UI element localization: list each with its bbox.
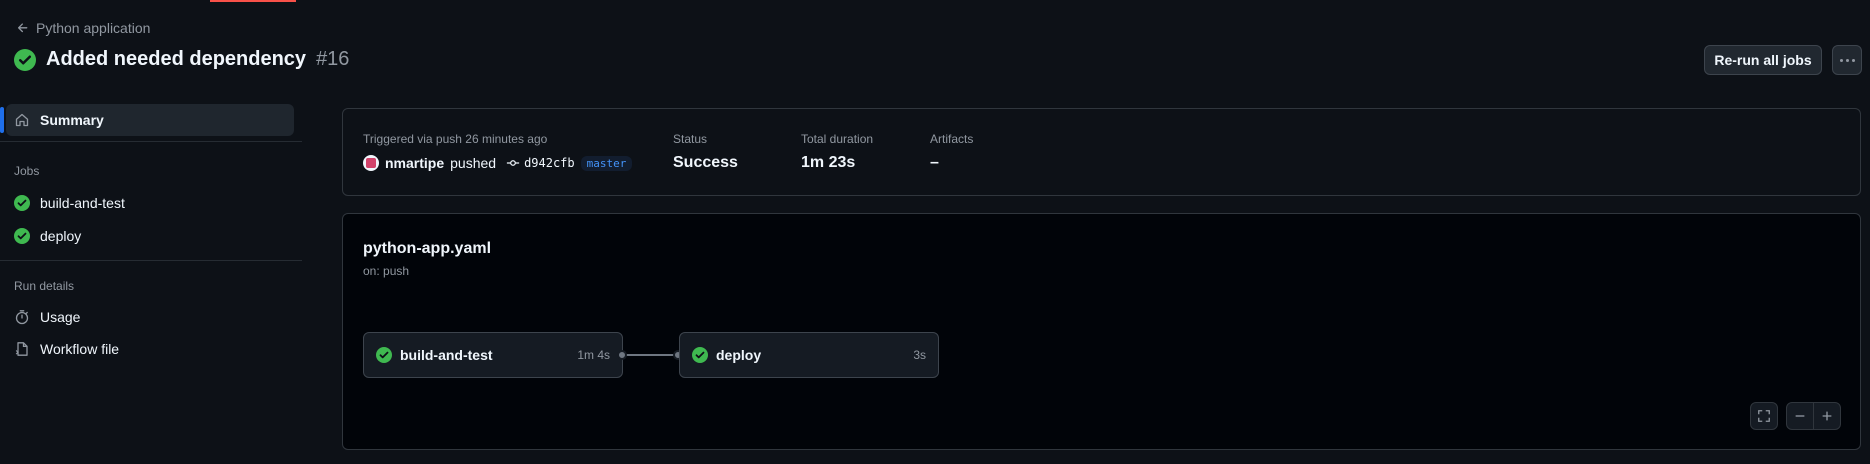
git-commit-icon [506, 160, 520, 166]
artifacts-value: – [930, 154, 939, 171]
commit-link[interactable]: d942cfb [506, 156, 575, 170]
file-icon [15, 342, 28, 356]
zoom-out-button[interactable] [1786, 402, 1814, 430]
back-to-workflow-link[interactable]: Python application [16, 20, 150, 36]
sidebar-item-label: Summary [40, 112, 104, 128]
job-duration: 1m 4s [577, 348, 610, 362]
sidebar-divider [0, 141, 302, 142]
run-title: Added needed dependency #16 [14, 48, 349, 71]
minus-icon [1795, 415, 1805, 417]
trigger-label: Triggered via push 26 minutes ago [363, 132, 548, 146]
workflow-file-name: python-app.yaml [363, 240, 492, 257]
arrow-left-icon [17, 23, 28, 33]
workflow-run-page: Python application Added needed dependen… [0, 0, 1870, 464]
action-text: pushed [450, 155, 497, 171]
sidebar-item-label: deploy [40, 228, 82, 244]
connector-dot [617, 350, 627, 360]
job-name: deploy [716, 347, 762, 363]
status-label: Status [673, 132, 708, 146]
sidebar-item-usage[interactable]: Usage [6, 301, 294, 333]
top-accent-bar [210, 0, 296, 2]
fullscreen-button[interactable] [1750, 402, 1778, 430]
back-link-label[interactable]: Python application [36, 20, 150, 36]
kebab-horizontal-icon [1839, 58, 1843, 62]
job-connector [623, 354, 679, 356]
check-circle-icon [14, 228, 30, 244]
duration-value: 1m 23s [801, 154, 856, 171]
run-summary-card: Triggered via push 26 minutes ago nmarti… [342, 108, 1861, 196]
workflow-graph-card: python-app.yaml on: push build-and-test … [342, 213, 1861, 450]
home-icon [15, 113, 29, 127]
actor-link[interactable]: nmartipe [385, 155, 444, 171]
run-details-heading: Run details [14, 279, 75, 293]
rerun-all-jobs-button[interactable]: Re-run all jobs [1704, 45, 1822, 75]
stopwatch-icon [15, 310, 29, 325]
plus-icon [1822, 411, 1832, 421]
screen-full-icon [1758, 410, 1770, 422]
job-name: build-and-test [400, 347, 493, 363]
job-node-deploy[interactable]: deploy 3s [679, 332, 939, 378]
avatar[interactable] [363, 155, 379, 171]
branch-badge[interactable]: master [580, 155, 633, 171]
check-circle-icon [14, 195, 30, 211]
sidebar-item-label: build-and-test [40, 195, 125, 211]
check-circle-icon [692, 347, 708, 363]
active-indicator [0, 107, 4, 133]
sidebar-item-workflow-file[interactable]: Workflow file [6, 333, 294, 365]
job-node-build-and-test[interactable]: build-and-test 1m 4s [363, 332, 623, 378]
sidebar-item-summary[interactable]: Summary [6, 104, 294, 136]
check-circle-icon [376, 347, 392, 363]
more-options-button[interactable] [1832, 45, 1862, 75]
artifacts-label: Artifacts [930, 132, 974, 146]
trigger-details: nmartipe pushed d942cfb master [363, 155, 633, 171]
check-circle-icon [14, 48, 36, 71]
status-value: Success [673, 154, 738, 171]
job-duration: 3s [913, 348, 926, 362]
sidebar-divider [0, 260, 302, 261]
commit-sha[interactable]: d942cfb [524, 156, 575, 170]
run-title-text: Added needed dependency [46, 48, 307, 70]
sidebar-item-label: Usage [40, 309, 81, 325]
zoom-in-button[interactable] [1813, 402, 1841, 430]
duration-label: Total duration [801, 132, 874, 146]
sidebar-item-build-and-test[interactable]: build-and-test [6, 187, 294, 219]
sidebar-item-label: Workflow file [40, 341, 120, 357]
workflow-trigger: on: push [363, 264, 410, 278]
run-number: #16 [316, 48, 350, 70]
jobs-heading: Jobs [14, 164, 40, 178]
sidebar-item-deploy[interactable]: deploy [6, 220, 294, 252]
